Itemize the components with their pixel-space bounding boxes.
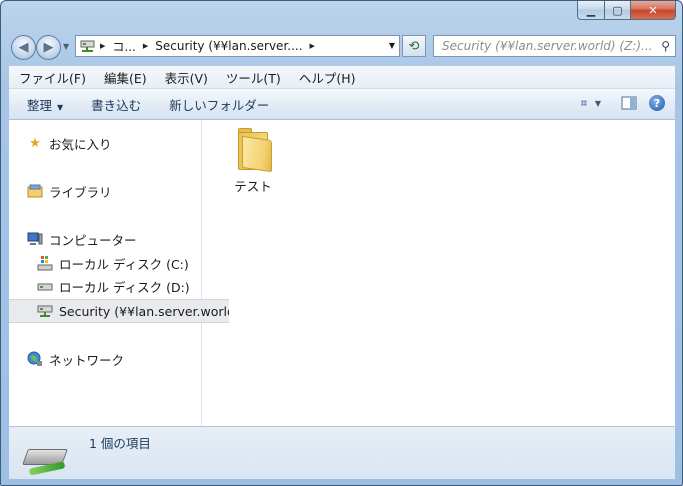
chevron-down-icon: ▼ [57,102,64,112]
menu-edit[interactable]: 編集(E) [94,68,155,87]
folder-item[interactable]: テスト [226,128,280,195]
preview-pane-icon [621,96,637,110]
search-icon[interactable]: ⚲ [661,39,670,53]
new-folder-button[interactable]: 新しいフォルダー [151,95,279,114]
menu-help[interactable]: ヘルプ(H) [289,68,364,87]
close-button[interactable]: ✕ [631,1,676,20]
breadcrumb-separator-icon[interactable]: ▶ [139,42,152,50]
file-list: テスト [202,120,675,426]
forward-arrow-icon: ▶ [43,40,54,55]
maximize-button[interactable]: ▢ [605,1,631,20]
refresh-button[interactable]: ⟲ [402,35,426,57]
breadcrumb-separator-icon[interactable]: ▶ [96,42,109,50]
burn-button[interactable]: 書き込む [73,95,151,114]
sidebar-item-network-drive[interactable]: Security (¥¥lan.server.world) (Z:) [9,299,229,323]
search-input[interactable]: Security (¥¥lan.server.world) (Z:)... ⚲ [433,35,676,57]
breadcrumb-separator-icon[interactable]: ▶ [306,42,319,50]
folder-name: テスト [234,179,272,194]
view-options-icon [581,100,587,106]
network-drive-large-icon [22,439,68,476]
command-bar: 整理 ▼ 書き込む 新しいフォルダー ▼ ? [9,89,675,120]
hard-drive-icon [37,278,53,294]
sidebar-item-label: ライブラリ [49,184,112,200]
address-dropdown-icon[interactable]: ▼ [389,41,395,50]
sidebar-item-label: ネットワーク [49,352,125,368]
address-bar[interactable]: ▶ コ... ▶ Security (¥¥lan.server.... ▶ ▼ [75,35,400,57]
back-button[interactable]: ◀ [11,35,36,60]
details-pane: 1 個の項目 [9,426,675,479]
sidebar-item-network[interactable]: ネットワーク [9,348,219,370]
breadcrumb-security[interactable]: Security (¥¥lan.server.... [152,39,305,53]
menu-bar: ファイル(F) 編集(E) 表示(V) ツール(T) ヘルプ(H) [9,66,675,89]
help-button[interactable]: ? [649,95,665,111]
back-arrow-icon: ◀ [18,40,29,55]
system-drive-icon [37,255,53,271]
sidebar-item-local-disk-c[interactable]: ローカル ディスク (C:) [9,252,229,274]
forward-button[interactable]: ▶ [36,35,61,60]
item-count: 1 個の項目 [89,436,151,451]
breadcrumb-computer[interactable]: コ... [109,38,138,55]
sidebar-item-label: ローカル ディスク (C:) [59,256,189,272]
change-view-button[interactable]: ▼ [581,93,601,113]
title-buttons: ▁ ▢ ✕ [577,1,676,20]
menu-file[interactable]: ファイル(F) [9,68,94,87]
network-drive-icon [80,40,95,52]
search-placeholder: Security (¥¥lan.server.world) (Z:)... [442,39,653,53]
network-icon [27,351,43,367]
chevron-down-icon: ▼ [594,98,601,108]
history-dropdown-icon[interactable]: ▼ [63,42,69,51]
content-area: ★ お気に入り ライブラリ コンピューター ローカル ディスク (C:) ローカ… [9,120,675,426]
star-icon: ★ [29,135,41,151]
network-drive-icon [37,303,53,319]
sidebar-item-favorites[interactable]: ★ お気に入り [9,132,219,154]
organize-button[interactable]: 整理 ▼ [9,95,73,114]
sidebar-item-computer[interactable]: コンピューター [9,228,219,250]
computer-icon [27,231,43,247]
sidebar-item-libraries[interactable]: ライブラリ [9,180,219,202]
folder-icon [236,128,272,173]
navigation-bar: ◀ ▶ ▼ ▶ コ... ▶ Security (¥¥lan.server...… [9,33,676,61]
minimize-button[interactable]: ▁ [577,1,605,20]
sidebar-item-label: コンピューター [49,232,137,248]
organize-label: 整理 [27,97,53,113]
preview-pane-button[interactable] [619,93,639,113]
explorer-window: ▁ ▢ ✕ ◀ ▶ ▼ ▶ コ... ▶ Security (¥¥lan.ser… [0,0,683,486]
refresh-icon: ⟲ [408,38,420,54]
toolbar-right: ▼ ? [581,93,665,113]
menu-tools[interactable]: ツール(T) [216,68,289,87]
sidebar-item-label: お気に入り [49,136,112,152]
sidebar-item-label: ローカル ディスク (D:) [59,279,190,295]
library-icon [27,183,43,199]
sidebar-item-local-disk-d[interactable]: ローカル ディスク (D:) [9,275,229,297]
navigation-pane: ★ お気に入り ライブラリ コンピューター ローカル ディスク (C:) ローカ… [9,120,229,426]
menu-view[interactable]: 表示(V) [155,68,216,87]
